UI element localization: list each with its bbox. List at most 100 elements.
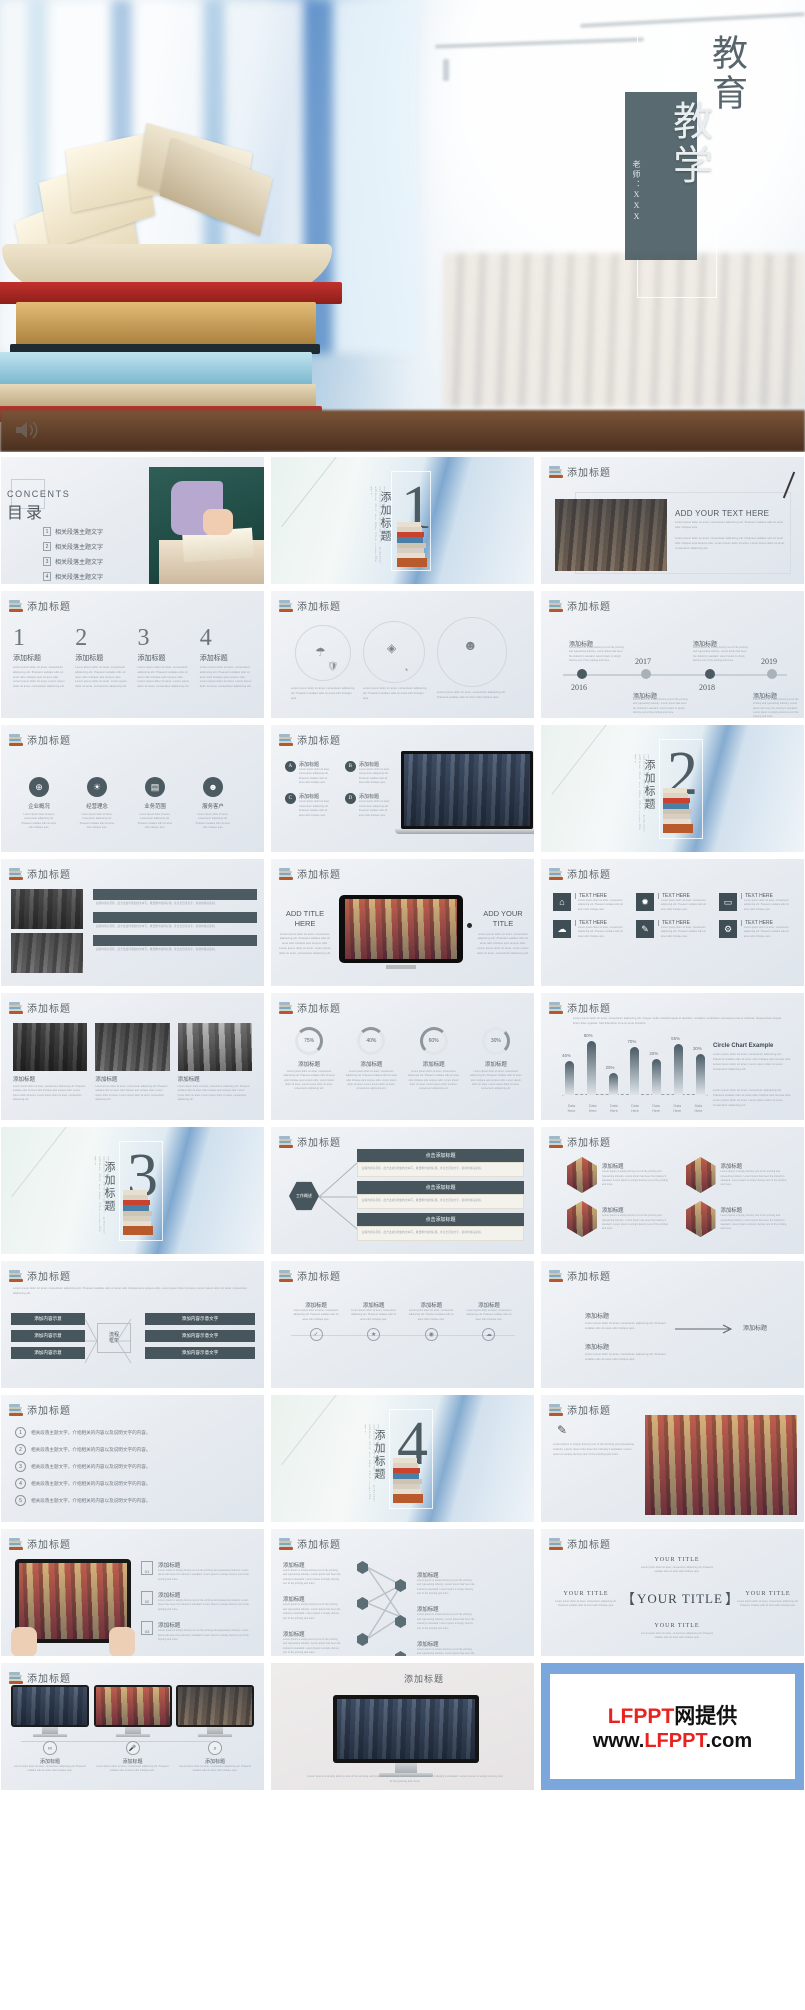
number-item[interactable]: 4 添加标题 Lorem ipsum dolor sit amet, conse… (200, 626, 252, 690)
thumb-zigzag[interactable]: 添加标题 添加标题 Lorem Ipsum is simply dummy te… (270, 1528, 535, 1657)
tablet-item[interactable]: 03 添加标题 Lorem Ipsum is simply dummy text … (141, 1621, 254, 1642)
toc-item[interactable]: 2 相关段落主题文字 (43, 542, 103, 551)
card-item[interactable]: ✹ TEXT HERE Lorem ipsum dolor sit amet, c… (636, 893, 709, 912)
list-item[interactable]: 5 相关段落主题文字，介绍相关的内容以及说明文字的内容。 (15, 1495, 250, 1506)
speaker-icon[interactable] (14, 420, 40, 440)
zig-node[interactable] (395, 1615, 406, 1628)
hex-item[interactable]: 添加标题 Lorem Ipsum is simply dummy text of … (685, 1201, 791, 1237)
icon-item[interactable]: ▤ 业务范围 Lorem ipsum dolor sit amet, conse… (137, 777, 173, 830)
card-item[interactable]: ⌂ TEXT HERE Lorem ipsum dolor sit amet, c… (553, 893, 626, 912)
timeline-dot[interactable] (641, 669, 651, 679)
list-item[interactable]: 4 相关段落主题文字，介绍相关的内容以及说明文字的内容。 (15, 1478, 250, 1489)
process-left-item[interactable]: 添加内容示意 (11, 1330, 85, 1342)
step-item[interactable]: 添加标题 Lorem ipsum dolor sit amet, consect… (406, 1301, 456, 1342)
hero-cover-slide[interactable]: 教育 教学 老师：XXX (0, 0, 805, 452)
step-item[interactable]: 添加标题 Lorem ipsum dolor sit amet, consect… (291, 1301, 341, 1342)
flow-row[interactable]: 点击添加标题 如需内容示范区，此方法如何增加的文本写，概要删中这样标题，并点击目… (357, 1149, 524, 1177)
gray-photo-item[interactable]: 添加标题 Lorem ipsum dolor sit amet, consect… (177, 1023, 252, 1102)
number-item[interactable]: 3 添加标题 Lorem ipsum dolor sit amet, conse… (138, 626, 190, 690)
thumb-photos-bars[interactable]: 添加标题 如需内容示范区，此方法如何增加的文本写，概要删中这样标题，并点击目录文… (0, 858, 265, 987)
thumb-bar-chart[interactable]: 添加标题 Lorem ipsum dolor sit amet, consect… (540, 992, 805, 1121)
thumb-three-gray-photos[interactable]: 添加标题 添加标题 Lorem ipsum dolor sit amet, co… (0, 992, 265, 1121)
hex-item[interactable]: 添加标题 Lorem Ipsum is simply dummy text of … (685, 1157, 791, 1193)
thumb-section-1[interactable]: 1 添加标题 Lorem ipsum dolor sit amet, conse… (270, 456, 535, 585)
zig-node[interactable] (357, 1561, 368, 1574)
thumb-section-4[interactable]: 4 添加标题 Lorem ipsum dolor sit amet, conse… (270, 1394, 535, 1523)
list-item[interactable]: 3 相关段落主题文字，介绍相关的内容以及说明文字的内容。 (15, 1461, 250, 1472)
process-right-item[interactable]: 添加内容示意文字 (145, 1313, 255, 1325)
ring-item[interactable]: 30% 添加标题 Lorem ipsum dolor sit amet, con… (470, 1027, 522, 1092)
thumb-arrow[interactable]: 添加标题 添加标题 Lorem ipsum dolor sit amet, co… (540, 1260, 805, 1389)
thumb-three-circles[interactable]: 添加标题 ☂ ◈ ☻ Lorem ipsum dolor sit amet, c… (270, 590, 535, 719)
process-right-item[interactable]: 添加内容示意文字 (145, 1347, 255, 1359)
card-item[interactable]: ⚙ TEXT HERE Lorem ipsum dolor sit amet, c… (719, 920, 792, 939)
hex-item[interactable]: 添加标题 Lorem Ipsum is simply dummy text of … (567, 1201, 672, 1237)
thumb-rings[interactable]: 添加标题 75% 添加标题 Lorem ipsum dolor sit amet… (270, 992, 535, 1121)
step-item[interactable]: 添加标题 Lorem ipsum dolor sit amet, consect… (464, 1301, 514, 1342)
thumb-six-cards[interactable]: 添加标题 ⌂ TEXT HERE Lorem ipsum dolor sit am… (540, 858, 805, 987)
thumb-four-numbers[interactable]: 添加标题 1 添加标题 Lorem ipsum dolor sit amet, … (0, 590, 265, 719)
thumb-laptop-abcd[interactable]: 添加标题 A 添加标题 Lorem ipsum dolor sit amet, c… (270, 724, 535, 853)
tablet-item[interactable]: 01 添加标题 Lorem Ipsum is simply dummy text … (141, 1561, 254, 1582)
ring-item[interactable]: 60% 添加标题 Lorem ipsum dolor sit amet, con… (408, 1027, 460, 1092)
thumb-section-2[interactable]: 2 添加标题 Lorem ipsum dolor sit amet, conse… (540, 724, 805, 853)
thumb-tablet-list[interactable]: 添加标题 01 添加标题 Lorem Ipsum is simply dummy … (0, 1528, 265, 1657)
thumb-timeline[interactable]: 添加标题 2016 2017 2018 2019 添加标题 Lorem Ipsu… (540, 590, 805, 719)
thumb-add-text[interactable]: 添加标题 ADD YOUR TEXT HERE Lorem ipsum dolo… (540, 456, 805, 585)
toc-item[interactable]: 4 相关段落主题文字 (43, 572, 103, 581)
tablet-item[interactable]: 02 添加标题 Lorem Ipsum is simply dummy text … (141, 1591, 254, 1612)
circle-3-body: Lorem ipsum dolor sit amet, consectetur … (437, 691, 506, 699)
process-right-item[interactable]: 添加内容示意文字 (145, 1330, 255, 1342)
flow-row[interactable]: 点击添加标题 如需内容示范区，此方法如何增加的文本写，概要删中这样标题，并点击目… (357, 1212, 524, 1241)
abcd-item[interactable]: D 添加标题 Lorem ipsum dolor sit amet, consec… (345, 793, 393, 817)
icon-item[interactable]: ⊕ 企业概况 Lorem ipsum dolor sit amet, conse… (21, 777, 57, 830)
process-left-item[interactable]: 添加内容示意 (11, 1313, 85, 1325)
hex-item[interactable]: 添加标题 Lorem Ipsum is simply dummy text of … (567, 1157, 672, 1193)
thumb-your-title[interactable]: 添加标题 YOUR TITLE Lorem ipsum dolor sit am… (540, 1528, 805, 1657)
ring-item[interactable]: 40% 添加标题 Lorem ipsum dolor sit amet, con… (345, 1027, 397, 1092)
toc-item[interactable]: 1 相关段落主题文字 (43, 527, 103, 536)
slide-header: 添加标题 (549, 1536, 611, 1551)
thumb-tablet-center[interactable]: 添加标题 ADD TITLE HERE Lorem ipsum dolor si… (270, 858, 535, 987)
thumb-section-3[interactable]: 3 添加标题 Lorem ipsum dolor sit amet, conse… (0, 1126, 265, 1255)
timeline-dot[interactable] (705, 669, 715, 679)
thumb-classroom[interactable]: 添加标题 ✎ Lorem Ipsum is simply dummy text … (540, 1394, 805, 1523)
zig-node[interactable] (357, 1597, 368, 1610)
monitor-item[interactable]: ⌕ 添加标题 Lorem ipsum dolor sit amet, conse… (176, 1685, 254, 1774)
abcd-item[interactable]: A 添加标题 Lorem ipsum dolor sit amet, consec… (285, 761, 333, 785)
thumb-three-monitors[interactable]: 添加标题 ∞ 添加标题 Lorem ipsum dolor sit amet, … (0, 1662, 265, 1791)
card-item[interactable]: ✎ TEXT HERE Lorem ipsum dolor sit amet, c… (636, 920, 709, 939)
list-item[interactable]: 2 相关段落主题文字，介绍相关的内容以及说明文字的内容。 (15, 1444, 250, 1455)
thumb-final-monitor[interactable]: 添加标题 Lorem Ipsum is simply dummy text of… (270, 1662, 535, 1791)
thumb-hex-photos[interactable]: 添加标题 添加标题 Lorem Ipsum is simply dummy tex… (540, 1126, 805, 1255)
gray-photo-item[interactable]: 添加标题 Lorem ipsum dolor sit amet, consect… (95, 1023, 170, 1102)
card-item[interactable]: ☁ TEXT HERE Lorem ipsum dolor sit amet, c… (553, 920, 626, 939)
icon-item[interactable]: ☻ 服务客户 Lorem ipsum dolor sit amet, conse… (195, 777, 231, 830)
icon-item[interactable]: ☀ 经营理念 Lorem ipsum dolor sit amet, conse… (79, 777, 115, 830)
zig-node[interactable] (395, 1651, 406, 1656)
thumb-process[interactable]: 添加标题 Lorem ipsum dolor sit amet, consect… (0, 1260, 265, 1389)
ring-item[interactable]: 75% 添加标题 Lorem ipsum dolor sit amet, con… (283, 1027, 335, 1092)
card-item[interactable]: ▭ TEXT HERE Lorem ipsum dolor sit amet, c… (719, 893, 792, 912)
step-item[interactable]: 添加标题 Lorem ipsum dolor sit amet, consect… (349, 1301, 399, 1342)
monitor-item[interactable]: ∞ 添加标题 Lorem ipsum dolor sit amet, conse… (11, 1685, 89, 1774)
zig-node[interactable] (395, 1579, 406, 1592)
monitor-item[interactable]: 🎤 添加标题 Lorem ipsum dolor sit amet, conse… (93, 1685, 172, 1774)
number-item[interactable]: 1 添加标题 Lorem ipsum dolor sit amet, conse… (13, 626, 65, 690)
thumb-steps[interactable]: 添加标题 添加标题 Lorem ipsum dolor sit amet, co… (270, 1260, 535, 1389)
timeline-dot[interactable] (577, 669, 587, 679)
list-item[interactable]: 1 相关段落主题文字，介绍相关的内容以及说明文字的内容。 (15, 1427, 250, 1438)
zig-node[interactable] (357, 1633, 368, 1646)
gray-photo-item[interactable]: 添加标题 Lorem ipsum dolor sit amet, consect… (13, 1023, 88, 1102)
abcd-item[interactable]: C 添加标题 Lorem ipsum dolor sit amet, consec… (285, 793, 333, 817)
process-left-item[interactable]: 添加内容示意 (11, 1347, 85, 1359)
number-item[interactable]: 2 添加标题 Lorem ipsum dolor sit amet, conse… (75, 626, 127, 690)
toc-item[interactable]: 3 相关段落主题文字 (43, 557, 103, 566)
thumb-list-five[interactable]: 添加标题 1 相关段落主题文字，介绍相关的内容以及说明文字的内容。 2 相关段落… (0, 1394, 265, 1523)
thumb-toc[interactable]: CONCENTS 目录 1 相关段落主题文字 2 相关段落主题文字 3 相关段落… (0, 456, 265, 585)
flow-row[interactable]: 点击添加标题 如需内容示范区，此方法如何增加的文本写，概要删中这样标题，并点击目… (357, 1180, 524, 1209)
thumb-four-icons[interactable]: 添加标题 ⊕ 企业概况 Lorem ipsum dolor sit amet, … (0, 724, 265, 853)
timeline-dot[interactable] (767, 669, 777, 679)
abcd-item[interactable]: B 添加标题 Lorem ipsum dolor sit amet, consec… (345, 761, 393, 785)
thumb-flow[interactable]: 添加标题 工作概述 点击添加标题 如需内容示范区，此方法如何增加的文本写，概要删… (270, 1126, 535, 1255)
